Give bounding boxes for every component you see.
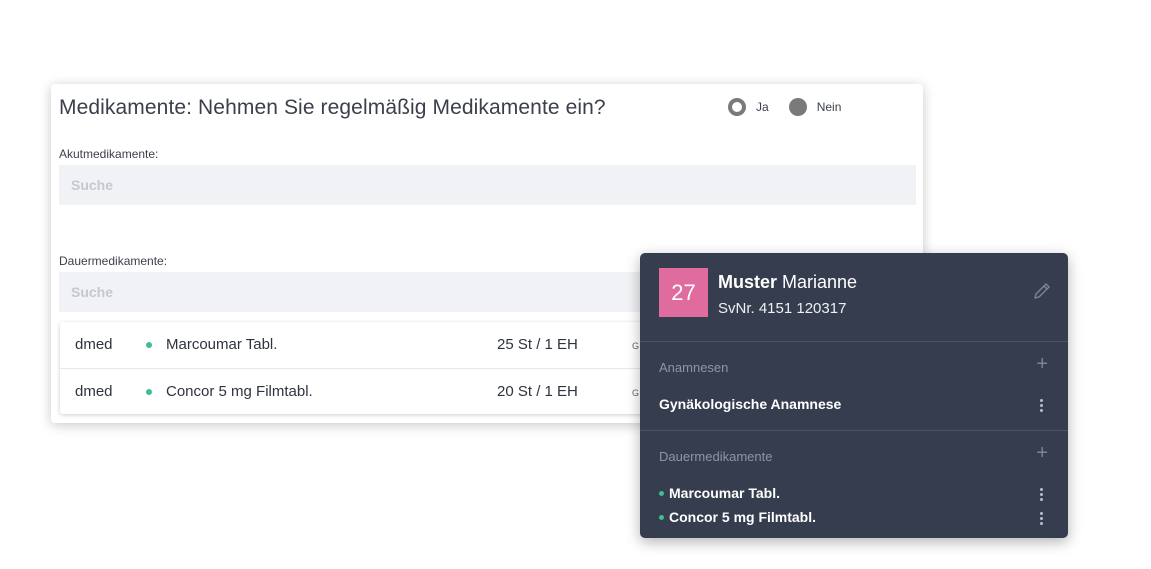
medication-quantity: 25 St / 1 EH <box>497 336 578 353</box>
status-dot <box>146 389 152 395</box>
status-dot <box>659 514 664 520</box>
medication-question: Medikamente: Nehmen Sie regelmäßig Medik… <box>59 96 606 119</box>
dauermedikamente-title: Dauermedikamente <box>659 449 773 464</box>
anamnese-entry[interactable]: Gynäkologische Anamnese <box>659 396 841 412</box>
dauermedikament-entry[interactable]: Concor 5 mg Filmtabl. <box>659 509 816 525</box>
patient-name: Muster Marianne <box>718 272 857 293</box>
acute-medication-search-input[interactable] <box>59 165 916 205</box>
permanent-medication-label: Dauermedikamente: <box>59 254 168 268</box>
age-badge: 27 <box>659 268 708 317</box>
medication-source: dmed <box>75 383 113 400</box>
medication-source: dmed <box>75 336 113 353</box>
medication-name: Concor 5 mg Filmtabl. <box>166 383 313 400</box>
panel-divider <box>640 341 1068 342</box>
radio-option-nein[interactable]: Nein <box>788 98 842 116</box>
anamnese-more-kebab-icon[interactable] <box>1040 399 1044 414</box>
add-dauermedikament-plus-icon[interactable]: + <box>1036 443 1048 463</box>
patient-first-name: Marianne <box>782 272 858 292</box>
radio-nein[interactable] <box>788 98 807 116</box>
pencil-icon[interactable] <box>1032 281 1052 301</box>
dauermedikament-name: Marcoumar Tabl. <box>669 485 780 501</box>
anamnesen-title: Anamnesen <box>659 360 729 375</box>
patient-panel: 27 Muster Marianne SvNr. 4151 120317 Ana… <box>640 253 1068 538</box>
radio-nein-label: Nein <box>816 100 842 114</box>
medication-quantity: 20 St / 1 EH <box>497 383 578 400</box>
status-dot <box>146 342 152 348</box>
patient-svnr: SvNr. 4151 120317 <box>718 300 847 317</box>
radio-option-ja[interactable]: Ja <box>728 98 769 116</box>
patient-last-name: Muster <box>718 272 778 292</box>
medication-extra: G <box>632 341 640 351</box>
radio-ja[interactable] <box>728 98 746 116</box>
panel-divider <box>640 430 1068 431</box>
dauermedikament-entry[interactable]: Marcoumar Tabl. <box>659 485 780 501</box>
medication-radio-group: Ja Nein <box>728 98 861 116</box>
radio-ja-label: Ja <box>756 100 769 114</box>
status-dot <box>659 490 664 496</box>
acute-medication-label: Akutmedikamente: <box>59 147 159 161</box>
dauermedikament-more-kebab-icon[interactable] <box>1040 488 1044 503</box>
add-anamnese-plus-icon[interactable]: + <box>1036 354 1048 374</box>
dauermedikament-more-kebab-icon[interactable] <box>1040 512 1044 527</box>
dauermedikament-name: Concor 5 mg Filmtabl. <box>669 509 817 525</box>
medication-name: Marcoumar Tabl. <box>166 336 278 353</box>
medication-extra: G <box>632 388 640 398</box>
